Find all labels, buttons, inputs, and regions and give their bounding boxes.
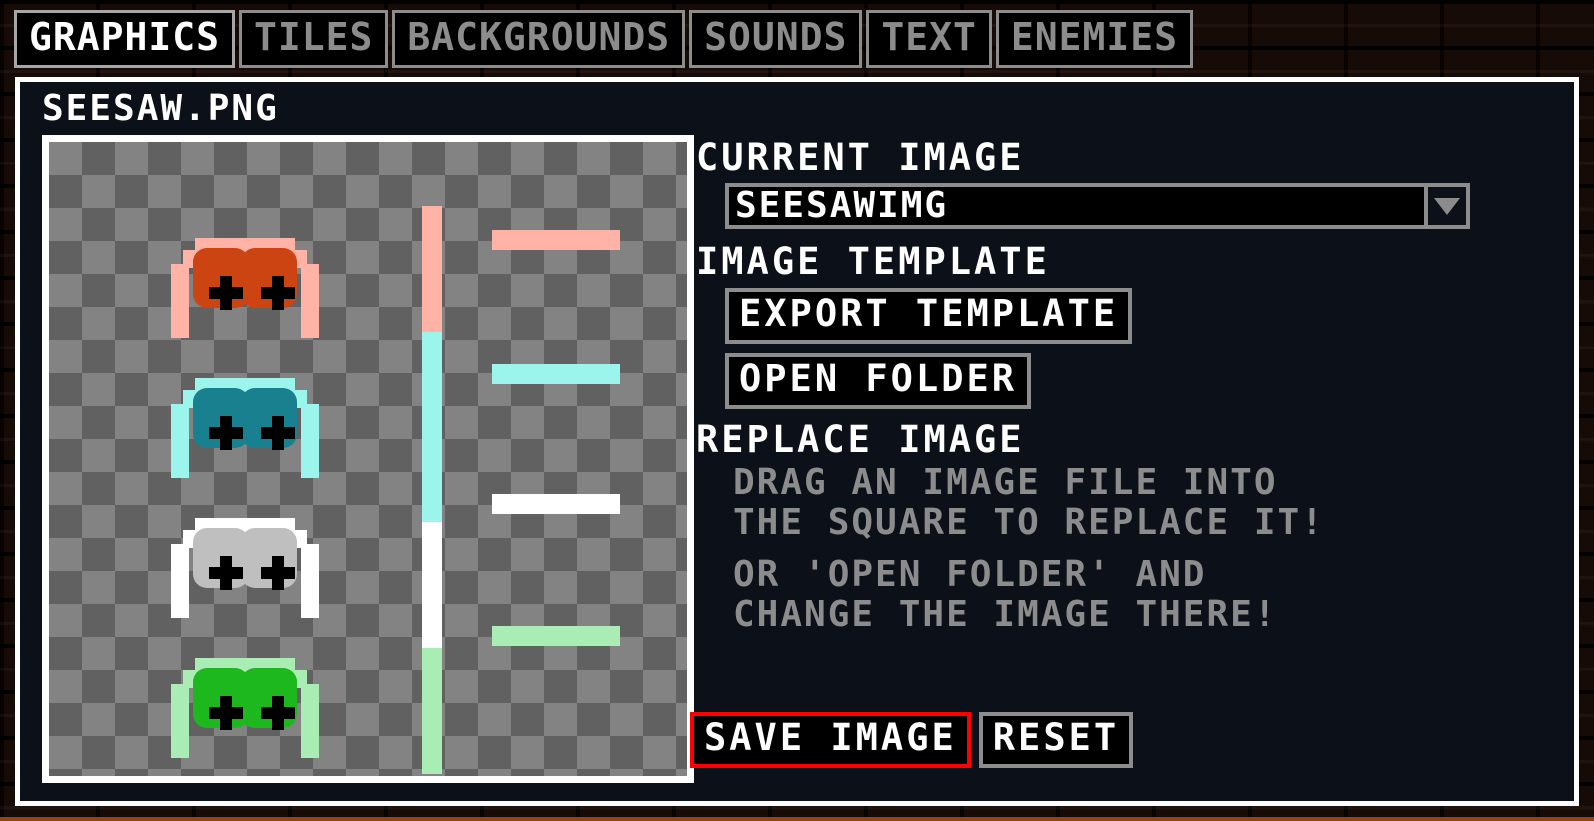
post-green [422, 648, 442, 774]
tab-graphics[interactable]: GRAPHICS [14, 10, 236, 68]
sprite-bolt-2 [261, 556, 295, 590]
seesaw-white [171, 518, 319, 618]
sprite-bolt-1 [209, 276, 243, 310]
tab-label: BACKGROUNDS [407, 15, 671, 59]
plank-white [492, 494, 620, 514]
export-template-button[interactable]: EXPORT TEMPLATE [725, 288, 1133, 344]
graphics-panel: SEESAW.PNG CURRENT IMAGE SEESAWIMG IMAGE… [15, 77, 1579, 806]
sprite-bolt-2 [261, 416, 295, 450]
post-teal [422, 332, 442, 522]
replace-hint-line-4: CHANGE THE IMAGE THERE! [733, 594, 1278, 635]
image-preview-dropzone[interactable] [42, 135, 694, 783]
seesaw-teal [171, 378, 319, 478]
sprite-bolt-1 [209, 696, 243, 730]
reset-button[interactable]: RESET [978, 712, 1134, 768]
app-root: GRAPHICS TILES BACKGROUNDS SOUNDS TEXT E… [0, 0, 1594, 821]
seesaw-orange [171, 238, 319, 338]
tab-label: TILES [254, 15, 374, 59]
action-button-row: SAVE IMAGE RESET [690, 712, 1134, 768]
open-folder-button[interactable]: OPEN FOLDER [725, 353, 1032, 409]
post-orange [422, 206, 442, 332]
plank-orange [492, 230, 620, 250]
image-template-label: IMAGE TEMPLATE [696, 240, 1050, 283]
post-white [422, 522, 442, 648]
controls-column: CURRENT IMAGE SEESAWIMG IMAGE TEMPLATE E… [696, 135, 1566, 635]
plank-teal [492, 364, 620, 384]
sprite-bolt-1 [209, 556, 243, 590]
tab-label: GRAPHICS [29, 15, 221, 59]
tab-sounds[interactable]: SOUNDS [689, 10, 863, 68]
chevron-down-icon[interactable] [1424, 183, 1470, 229]
current-image-select[interactable]: SEESAWIMG [725, 183, 1470, 229]
tab-bar: GRAPHICS TILES BACKGROUNDS SOUNDS TEXT E… [14, 10, 1194, 68]
brick-accent-line [0, 817, 1594, 821]
tab-label: ENEMIES [1010, 15, 1179, 59]
save-image-button[interactable]: SAVE IMAGE [690, 712, 971, 768]
sprite-bolt-2 [261, 696, 295, 730]
sprite-canvas [49, 142, 687, 776]
plank-green [492, 626, 620, 646]
page-title: SEESAW.PNG [42, 88, 279, 129]
seesaw-green [171, 658, 319, 758]
sprite-bolt-1 [209, 416, 243, 450]
replace-hint-line-2: THE SQUARE TO REPLACE IT! [733, 502, 1325, 543]
replace-hint-line-3: OR 'OPEN FOLDER' AND [733, 554, 1207, 595]
tab-label: TEXT [881, 15, 977, 59]
current-image-label: CURRENT IMAGE [696, 136, 1025, 179]
tab-text[interactable]: TEXT [866, 10, 992, 68]
tab-backgrounds[interactable]: BACKGROUNDS [392, 10, 686, 68]
tab-label: SOUNDS [704, 15, 848, 59]
tab-enemies[interactable]: ENEMIES [995, 10, 1194, 68]
sprite-bolt-2 [261, 276, 295, 310]
replace-hint-line-1: DRAG AN IMAGE FILE INTO [733, 462, 1278, 503]
current-image-value: SEESAWIMG [735, 185, 949, 226]
replace-image-label: REPLACE IMAGE [696, 418, 1025, 461]
tab-tiles[interactable]: TILES [239, 10, 389, 68]
